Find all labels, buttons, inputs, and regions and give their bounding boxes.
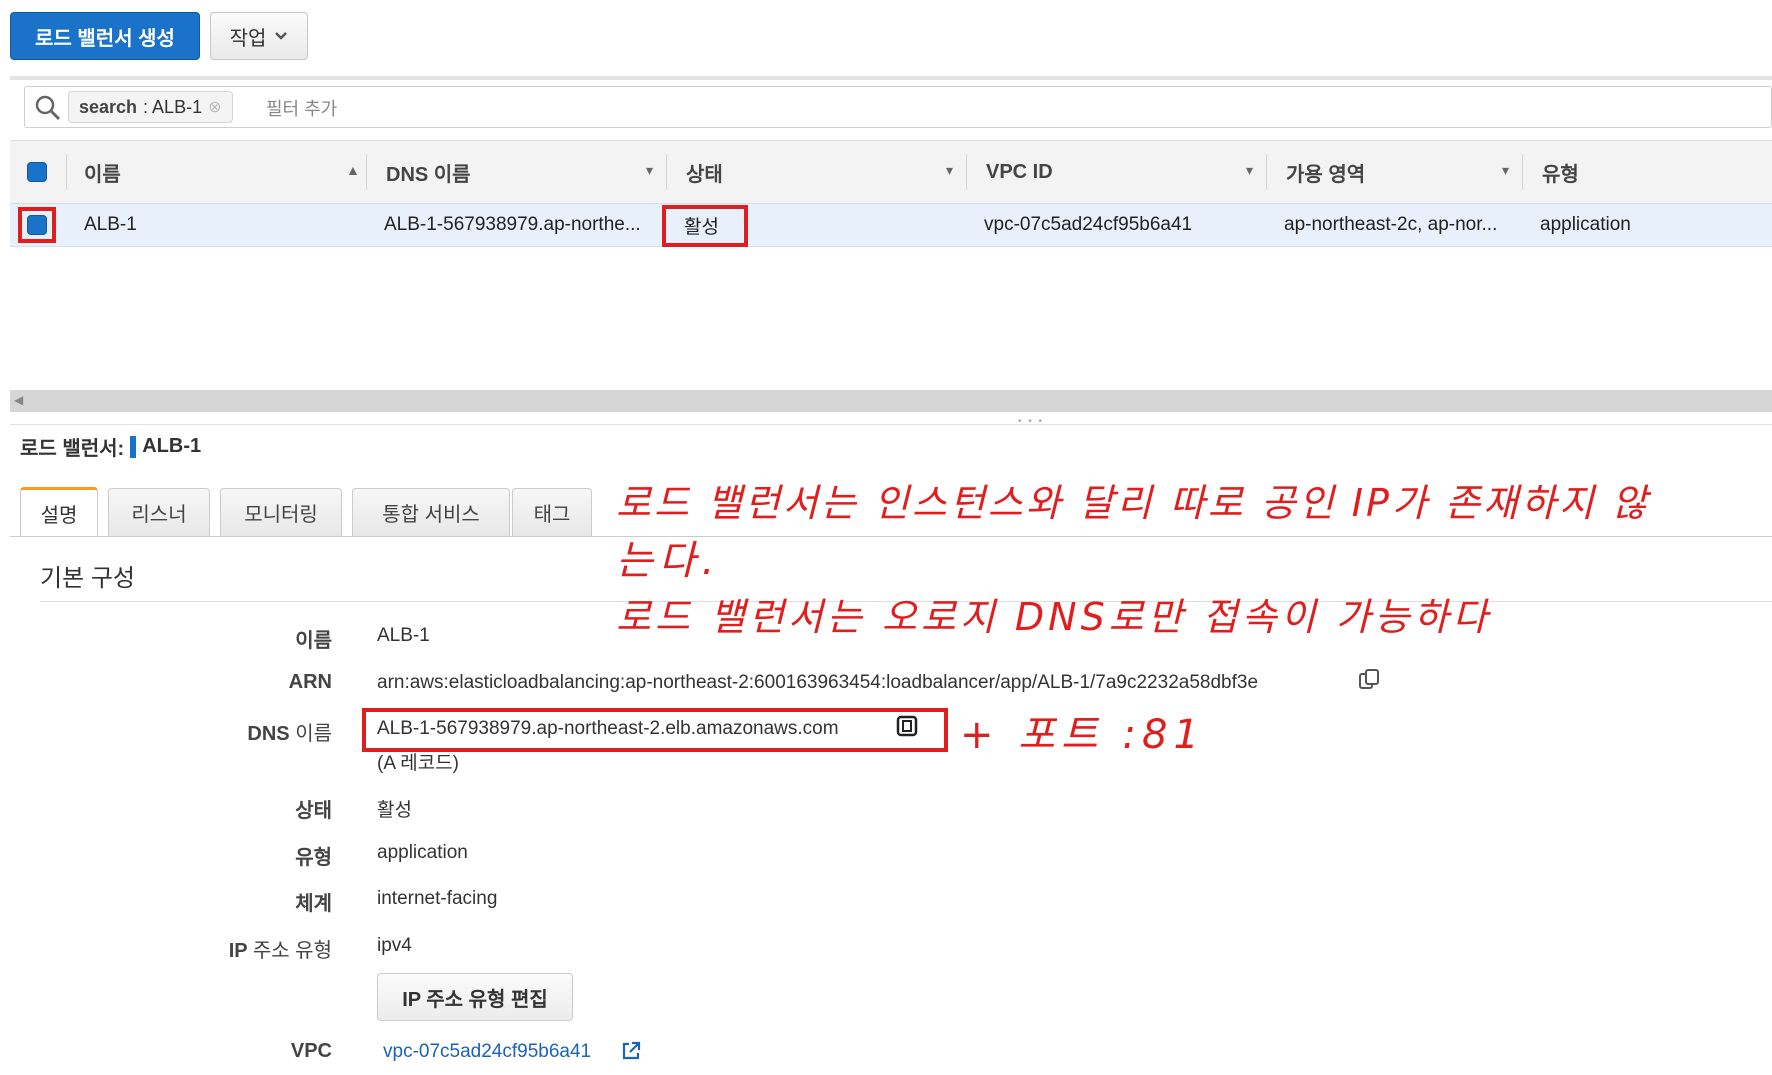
- column-divider: [966, 154, 967, 190]
- field-label-name: 이름: [295, 630, 332, 652]
- vpc-link[interactable]: vpc-07c5ad24cf95b6a41: [383, 1041, 591, 1063]
- column-divider: [366, 154, 367, 190]
- copy-icon[interactable]: [895, 714, 919, 738]
- column-header-state[interactable]: 상태: [686, 140, 723, 204]
- field-label-state: 상태: [295, 800, 332, 822]
- table-row[interactable]: [10, 204, 1772, 247]
- row-dns: ALB-1-567938979.ap-northe...: [384, 214, 641, 235]
- toolbar-divider: [10, 76, 1772, 80]
- column-header-name[interactable]: 이름: [84, 140, 121, 204]
- filter-token[interactable]: search : ALB-1 ⊗: [68, 91, 233, 123]
- actions-label: 작업: [229, 27, 267, 50]
- tab-underline: [10, 536, 1772, 537]
- field-value-state: 활성: [377, 800, 412, 821]
- field-label-dns: DNS 이름: [32, 717, 332, 746]
- annotation-port: + 포트 :81: [960, 712, 1205, 758]
- sort-icon[interactable]: ▾: [1502, 162, 1509, 179]
- field-label-scheme: 체계: [295, 893, 332, 915]
- detail-title: 로드 밸런서: ALB-1: [20, 432, 201, 461]
- field-label-ip-type: IP 주소 유형: [32, 934, 332, 963]
- sort-icon[interactable]: ▾: [646, 162, 653, 179]
- scroll-left-icon[interactable]: ◀: [14, 393, 23, 407]
- filter-token-key: search: [79, 96, 138, 117]
- tab-monitoring[interactable]: 모니터링: [220, 488, 342, 536]
- create-load-balancer-button[interactable]: 로드 밸런서 생성: [10, 12, 200, 60]
- row-type: application: [1540, 214, 1631, 235]
- row-state: 활성: [684, 216, 719, 238]
- actions-dropdown[interactable]: 작업: [210, 12, 308, 60]
- annotation-line-3: 로드 밸런서는 오로지 DNS로만 접속이 가능하다: [616, 595, 1492, 639]
- row-vpc: vpc-07c5ad24cf95b6a41: [984, 214, 1193, 235]
- field-label-vpc: VPC: [290, 1040, 332, 1062]
- chevron-down-icon: [275, 32, 288, 40]
- column-header-az[interactable]: 가용 영역: [1286, 140, 1365, 204]
- search-icon: [35, 95, 61, 121]
- column-divider: [1522, 154, 1523, 190]
- field-value-arn: arn:aws:elasticloadbalancing:ap-northeas…: [377, 672, 1259, 693]
- horizontal-scrollbar[interactable]: [10, 390, 1772, 412]
- column-header-type[interactable]: 유형: [1542, 140, 1579, 204]
- field-label-ip-en: IP: [228, 940, 248, 962]
- pane-divider: [10, 424, 1772, 425]
- remove-token-icon[interactable]: ⊗: [208, 97, 221, 117]
- field-value-name: ALB-1: [377, 625, 430, 646]
- column-header-dns[interactable]: DNS 이름: [386, 140, 471, 204]
- tab-description[interactable]: 설명: [20, 487, 98, 537]
- column-divider: [666, 154, 667, 190]
- filter-input[interactable]: 필터 추가: [266, 95, 337, 121]
- column-header-vpc[interactable]: VPC ID: [986, 140, 1053, 204]
- field-value-scheme: internet-facing: [377, 888, 498, 909]
- tab-listeners[interactable]: 리스너: [108, 488, 210, 536]
- field-label-dns-ko: 이름: [295, 723, 332, 745]
- annotation-line-1: 로드 밸런서는 인스턴스와 달리 따로 공인 IP가 존재하지 않: [616, 481, 1650, 525]
- column-divider: [66, 154, 67, 190]
- detail-title-prefix: 로드 밸런서:: [20, 438, 125, 460]
- copy-icon[interactable]: [1357, 668, 1381, 692]
- row-name: ALB-1: [84, 214, 137, 235]
- annotation-line-2: 는다.: [616, 538, 721, 584]
- external-link-icon[interactable]: [620, 1040, 642, 1062]
- detail-title-name: ALB-1: [142, 435, 202, 457]
- tab-tags[interactable]: 태그: [512, 488, 592, 536]
- sort-icon[interactable]: ▾: [1246, 162, 1253, 179]
- column-divider: [1266, 154, 1267, 190]
- field-value-ip-type: ipv4: [377, 935, 412, 956]
- field-label-arn: ARN: [288, 671, 332, 693]
- title-accent-bar: [130, 435, 137, 458]
- field-label-type: 유형: [295, 847, 332, 869]
- field-note-dns: (A 레코드): [377, 753, 459, 774]
- row-checkbox[interactable]: [27, 215, 47, 235]
- tab-integrated-services[interactable]: 통합 서비스: [352, 488, 510, 536]
- row-az: ap-northeast-2c, ap-nor...: [1284, 214, 1498, 235]
- select-all-checkbox[interactable]: [27, 162, 47, 182]
- field-label-dns-en: DNS: [247, 723, 290, 745]
- field-value-dns: ALB-1-567938979.ap-northeast-2.elb.amazo…: [377, 718, 839, 739]
- resize-handle-icon[interactable]: • • •: [1018, 416, 1044, 427]
- section-title: 기본 구성: [40, 565, 135, 592]
- field-label-ip-ko: 주소 유형: [252, 940, 332, 962]
- edit-ip-type-button[interactable]: IP 주소 유형 편집: [377, 973, 573, 1021]
- filter-token-value: : ALB-1: [143, 96, 203, 117]
- sort-ascending-icon[interactable]: ▲: [346, 162, 360, 178]
- field-value-type: application: [377, 842, 468, 863]
- sort-icon[interactable]: ▾: [946, 162, 953, 179]
